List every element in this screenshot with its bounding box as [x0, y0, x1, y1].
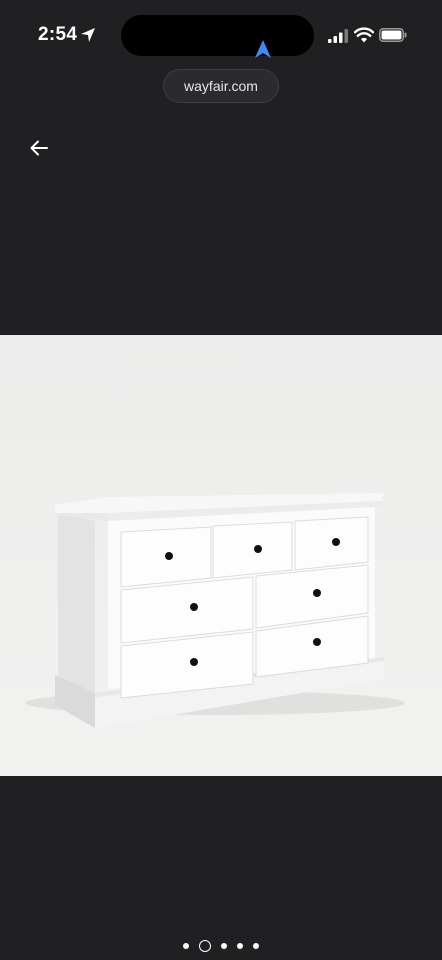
pager-dot[interactable]: [221, 943, 227, 949]
navigation-arrow-icon: [255, 40, 271, 58]
location-arrow-icon: [81, 28, 95, 42]
status-time: 2:54: [38, 24, 78, 45]
pager-dot[interactable]: [183, 943, 189, 949]
dynamic-island: [121, 15, 314, 58]
back-arrow-icon[interactable]: [26, 134, 54, 162]
pager-dot[interactable]: [253, 943, 259, 949]
url-text: wayfair.com: [184, 78, 258, 94]
carousel-pager[interactable]: [0, 936, 442, 956]
dresser-illustration: [25, 493, 405, 728]
url-bar[interactable]: wayfair.com: [163, 69, 279, 103]
wifi-icon: [354, 27, 374, 43]
pager-dot-active[interactable]: [199, 940, 211, 952]
product-image[interactable]: [0, 335, 442, 776]
cellular-signal-icon: [328, 29, 348, 43]
battery-icon: [379, 28, 407, 42]
pager-dot[interactable]: [237, 943, 243, 949]
status-bar: 2:54: [0, 0, 442, 70]
